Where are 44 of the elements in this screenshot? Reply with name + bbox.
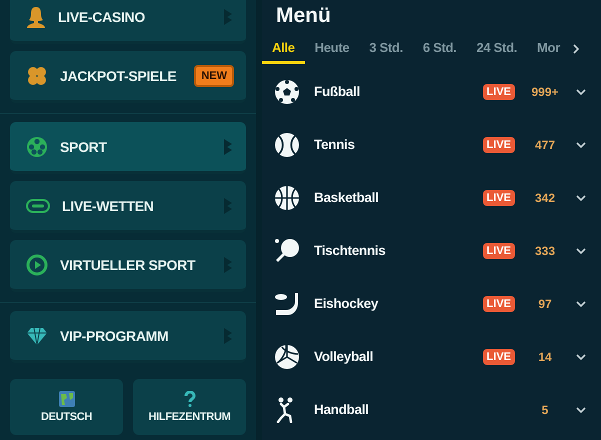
live-badge: LIVE: [482, 348, 515, 364]
nav-item[interactable]: VIP-PROGRAMM: [10, 311, 246, 363]
live-badge: LIVE: [482, 136, 515, 152]
nav-label: VIP-PROGRAMM: [60, 328, 170, 344]
sport-name[interactable]: Volleyball: [314, 349, 483, 364]
nav-label: JACKPOT-SPIELE: [60, 68, 178, 84]
filter-tab[interactable]: Mor: [527, 40, 570, 64]
new-badge: NEW: [194, 64, 234, 86]
sport-name[interactable]: Eishockey: [314, 296, 483, 311]
sport-name[interactable]: Tischtennis: [314, 243, 483, 258]
footer-label: DEUTSCH: [40, 411, 92, 423]
footer-label: HILFEZENTRUM: [148, 411, 230, 423]
event-count: 999+: [530, 84, 560, 98]
filter-tab[interactable]: 24 Std.: [466, 40, 528, 64]
filter-tab[interactable]: 3 Std.: [359, 40, 413, 64]
footer-button[interactable]: DEUTSCH: [10, 379, 123, 435]
sport-name[interactable]: Basketball: [314, 190, 483, 205]
nav-item[interactable]: LIVE-WETTEN: [10, 181, 246, 233]
nav-label: SPORT: [60, 138, 108, 154]
event-count: 97: [537, 296, 553, 310]
nav-label: LIVE-WETTEN: [62, 198, 155, 214]
sport-name[interactable]: Handball: [314, 402, 515, 417]
live-badge: LIVE: [482, 242, 515, 258]
nav-label: VIRTUELLER SPORT: [60, 256, 196, 272]
sport-name[interactable]: Tennis: [314, 137, 483, 152]
nav-item[interactable]: SPORT: [10, 122, 246, 174]
nav-item[interactable]: JACKPOT-SPIELE NEW: [10, 51, 246, 103]
live-badge: LIVE: [482, 190, 515, 206]
sport-name[interactable]: Fußball: [314, 84, 483, 99]
event-count: 5: [540, 402, 550, 416]
nav-item[interactable]: LIVE-CASINO: [10, 0, 246, 44]
menu-title: Menü: [276, 4, 332, 28]
footer-button[interactable]: HILFEZENTRUM: [133, 379, 246, 435]
nav-item[interactable]: VIRTUELLER SPORT: [10, 240, 246, 292]
filter-tab[interactable]: Heute: [304, 40, 360, 64]
event-count: 14: [537, 350, 553, 364]
live-badge: LIVE: [482, 84, 515, 100]
live-badge: LIVE: [482, 296, 515, 312]
event-count: 477: [534, 138, 556, 152]
filter-tab[interactable]: Alle: [262, 40, 305, 64]
nav-label: LIVE-CASINO: [58, 8, 146, 24]
filter-tab[interactable]: 6 Std.: [412, 40, 466, 64]
event-count: 342: [534, 190, 556, 204]
event-count: 333: [534, 244, 556, 258]
